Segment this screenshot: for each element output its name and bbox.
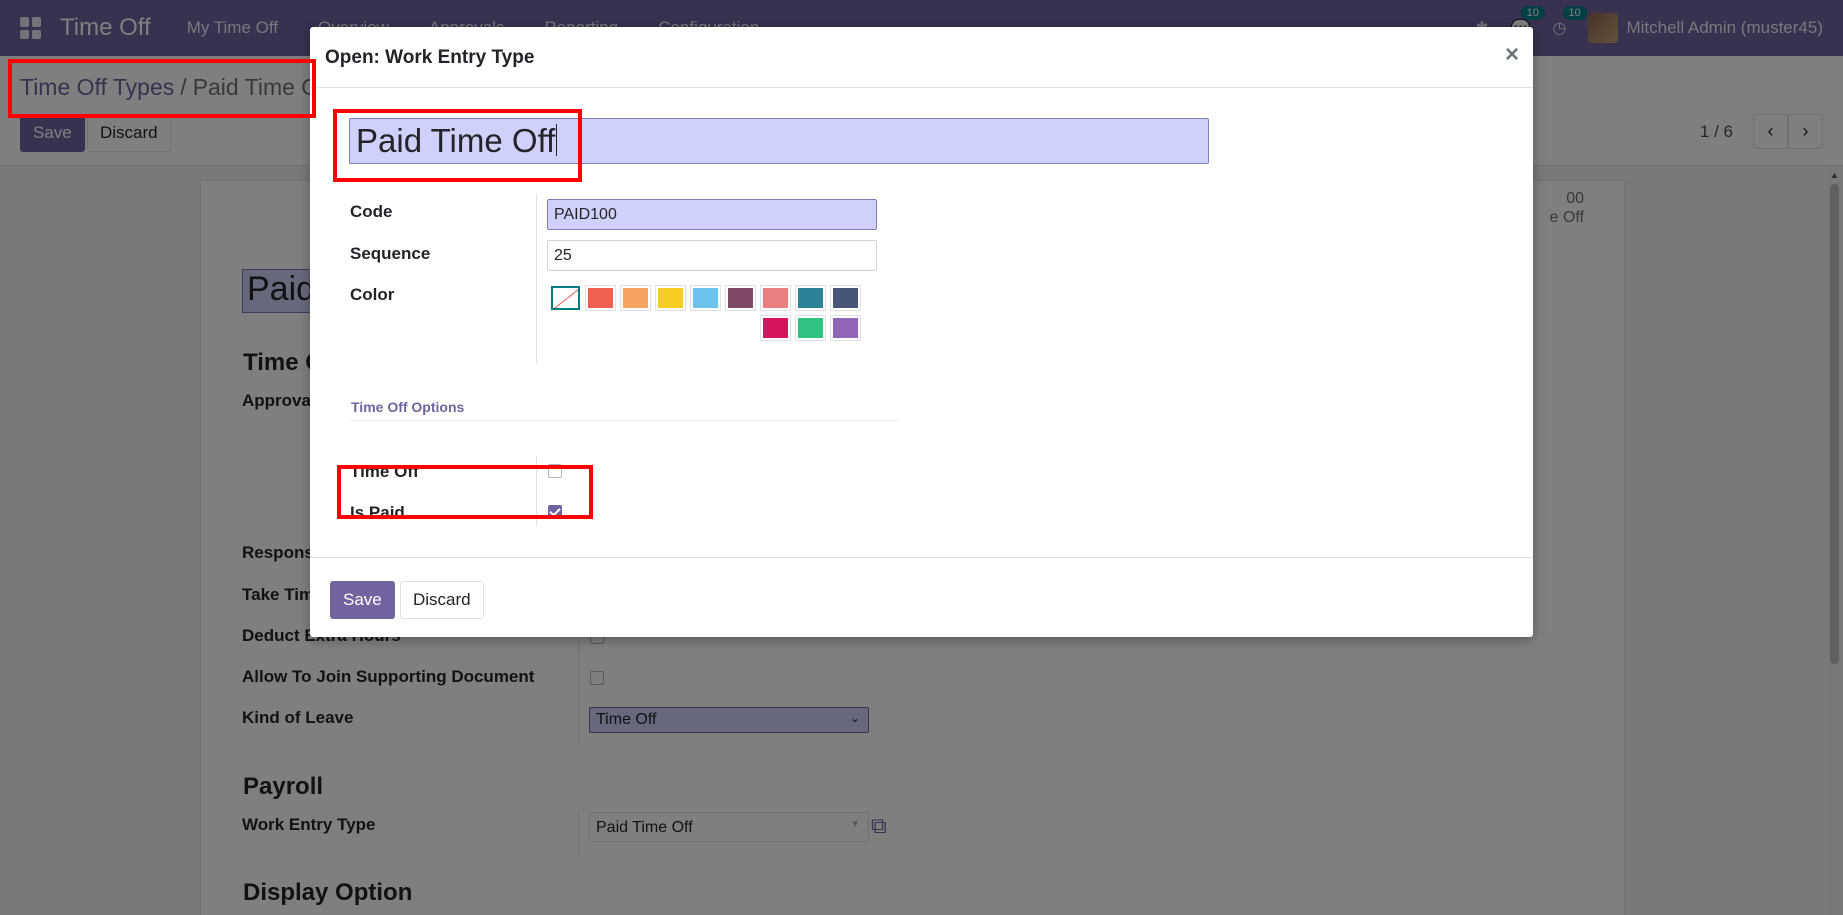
modal-body: Paid Time Off Code PAID100 Sequence 25 C… xyxy=(310,88,1533,558)
work-entry-name-input[interactable]: Paid Time Off xyxy=(349,118,1209,164)
color-swatch[interactable] xyxy=(656,286,685,310)
modal-save-button[interactable]: Save xyxy=(330,581,395,619)
code-input[interactable]: PAID100 xyxy=(547,199,877,230)
is-paid-label: Is Paid xyxy=(350,503,405,522)
work-entry-name-value: Paid Time Off xyxy=(356,122,556,159)
time-off-label: Time Off xyxy=(350,462,419,481)
modal-title: Open: Work Entry Type xyxy=(325,47,535,68)
is-paid-checkbox[interactable] xyxy=(548,505,562,519)
color-swatch[interactable] xyxy=(796,316,825,340)
color-swatch[interactable] xyxy=(796,286,825,310)
color-swatch[interactable] xyxy=(726,286,755,310)
color-swatch-none[interactable] xyxy=(551,286,580,310)
close-icon[interactable]: × xyxy=(1505,41,1519,69)
time-off-checkbox[interactable] xyxy=(548,464,562,478)
code-label: Code xyxy=(350,202,393,221)
separator-line xyxy=(350,420,900,421)
modal-header: Open: Work Entry Type × xyxy=(310,27,1533,88)
time-off-options-title: Time Off Options xyxy=(351,399,465,415)
sequence-input[interactable]: 25 xyxy=(547,240,877,271)
sequence-label: Sequence xyxy=(350,244,431,263)
color-swatch[interactable] xyxy=(831,286,860,310)
text-cursor xyxy=(556,124,558,156)
color-swatch[interactable] xyxy=(691,286,720,310)
color-label: Color xyxy=(350,285,395,304)
color-swatch[interactable] xyxy=(621,286,650,310)
field-separator xyxy=(536,456,537,526)
color-swatch[interactable] xyxy=(761,316,790,340)
work-entry-type-dialog: Open: Work Entry Type × Paid Time Off Co… xyxy=(310,27,1533,637)
field-separator xyxy=(536,194,537,364)
color-swatch[interactable] xyxy=(586,286,615,310)
modal-discard-button[interactable]: Discard xyxy=(400,581,484,619)
color-swatch[interactable] xyxy=(831,316,860,340)
color-swatch[interactable] xyxy=(761,286,790,310)
modal-footer: Save Discard xyxy=(310,557,1533,637)
